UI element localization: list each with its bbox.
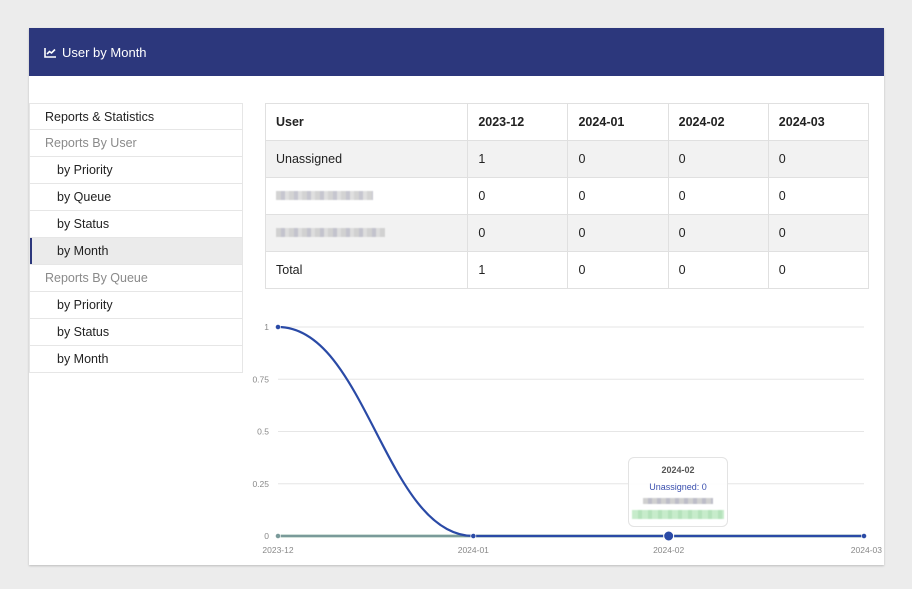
cell-value: 0 (667, 214, 769, 252)
data-point (663, 530, 675, 542)
sidebar-item-user-by-queue[interactable]: by Queue (29, 184, 243, 211)
cell-value: 0 (567, 251, 669, 289)
cell-value: 0 (567, 214, 669, 252)
cell-value: 0 (567, 140, 669, 178)
column-header-month: 2023-12 (467, 103, 569, 141)
column-header-month: 2024-03 (767, 103, 870, 141)
redacted-text (276, 228, 385, 237)
y-tick-label: 0.5 (257, 427, 269, 437)
cell-value: 0 (567, 177, 669, 215)
y-tick-label: 0 (264, 531, 269, 541)
cell-value: 0 (667, 177, 769, 215)
sidebar-item-reports-statistics[interactable]: Reports & Statistics (29, 103, 243, 130)
data-point (275, 533, 281, 539)
cell-value: 0 (767, 140, 870, 178)
redacted-text (276, 191, 373, 200)
cell-value: 0 (767, 214, 870, 252)
cell-user: Unassigned (264, 140, 469, 178)
cell-user-redacted (264, 177, 469, 215)
cell-value: 0 (667, 140, 769, 178)
chart-tooltip: 2024-02 Unassigned: 0 (628, 457, 728, 527)
x-tick-label: 2024-01 (458, 545, 489, 555)
sidebar-item-user-by-month[interactable]: by Month (29, 238, 243, 265)
data-point (470, 533, 477, 539)
line-chart: 00.250.50.7512023-12 2024-01 2024-02 2024-0… (252, 322, 882, 555)
table-row: 0 0 0 0 (264, 214, 870, 252)
report-card: User by Month Reports & Statistics Repor… (29, 28, 884, 565)
cell-user-redacted (264, 214, 469, 252)
card-header: User by Month (29, 28, 884, 76)
x-tick-label: 2024-02 (653, 545, 684, 555)
column-header-month: 2024-02 (667, 103, 769, 141)
cell-value: 0 (767, 177, 870, 215)
cell-value: 0 (667, 251, 769, 289)
report-table: User 2023-12 2024-01 2024-02 2024-03 Una… (264, 103, 870, 289)
cell-value: 1 (467, 251, 569, 289)
table-row-total: Total 1 0 0 0 (264, 251, 870, 289)
sidebar-group-reports-by-user: Reports By User (29, 130, 243, 157)
y-tick-label: 0.25 (252, 479, 269, 489)
page-title: User by Month (62, 44, 147, 60)
cell-value: 1 (467, 140, 569, 178)
sidebar-item-user-by-priority[interactable]: by Priority (29, 157, 243, 184)
tooltip-series-unassigned: Unassigned: 0 (649, 482, 707, 492)
column-header-user: User (264, 103, 469, 141)
cell-value: 0 (467, 177, 569, 215)
data-point (275, 324, 281, 330)
tooltip-series-redacted (643, 498, 713, 504)
sidebar-item-queue-by-priority[interactable]: by Priority (29, 292, 243, 319)
cell-value: 0 (767, 251, 870, 289)
chart-line-icon (44, 47, 57, 58)
cell-user: Total (264, 251, 469, 289)
sidebar-item-user-by-status[interactable]: by Status (29, 211, 243, 238)
table-row: 0 0 0 0 (264, 177, 870, 215)
table-row: Unassigned 1 0 0 0 (264, 140, 870, 178)
column-header-month: 2024-01 (567, 103, 669, 141)
x-tick-label: 2023-12 (262, 545, 293, 555)
sidebar-group-reports-by-queue: Reports By Queue (29, 265, 243, 292)
sidebar-item-queue-by-month[interactable]: by Month (29, 346, 243, 373)
sidebar-item-queue-by-status[interactable]: by Status (29, 319, 243, 346)
tooltip-title: 2024-02 (661, 465, 695, 475)
data-point (861, 533, 867, 539)
tooltip-series-redacted (632, 510, 724, 519)
table-header-row: User 2023-12 2024-01 2024-02 2024-03 (264, 103, 870, 141)
y-tick-label: 0.75 (252, 374, 269, 384)
sidebar-nav: Reports & Statistics Reports By User by … (29, 103, 243, 373)
cell-value: 0 (467, 214, 569, 252)
x-tick-label: 2024-03 (851, 545, 882, 555)
y-tick-label: 1 (264, 322, 269, 332)
